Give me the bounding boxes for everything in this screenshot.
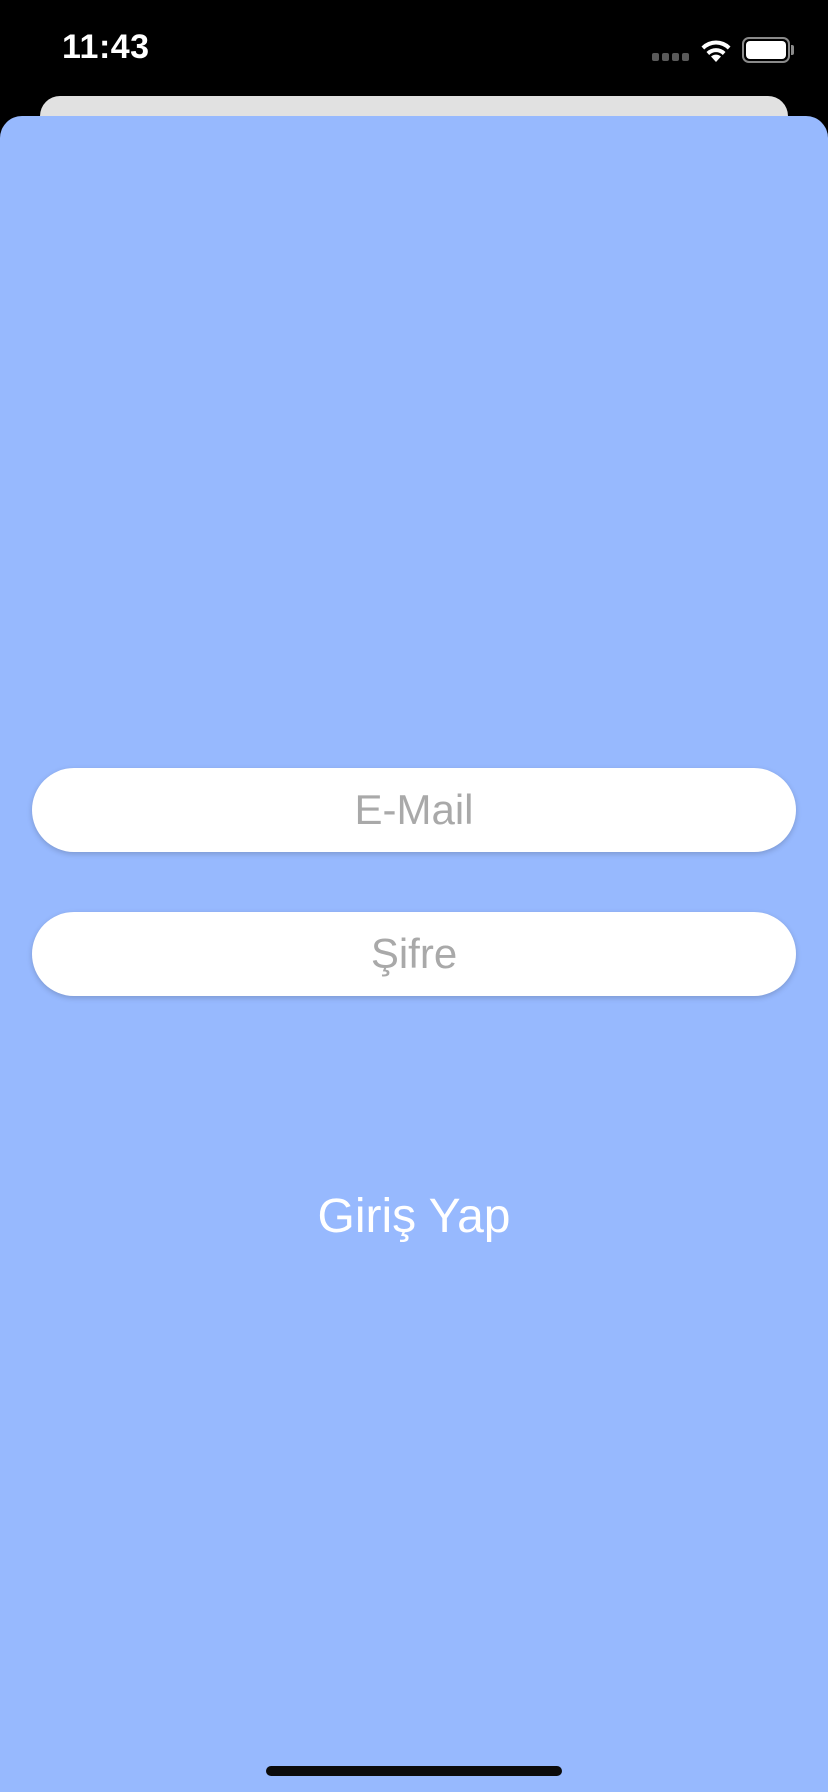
password-field[interactable]: Şifre <box>32 912 796 996</box>
login-screen: 11:43 E-Mail Şifre Giriş Yap <box>0 0 828 1792</box>
cellular-signal-icon <box>652 53 690 61</box>
login-sheet: E-Mail Şifre Giriş Yap <box>0 116 828 1792</box>
status-bar: 11:43 <box>0 0 828 96</box>
status-time: 11:43 <box>62 28 150 66</box>
battery-icon <box>742 37 794 63</box>
password-placeholder: Şifre <box>370 930 458 977</box>
home-indicator[interactable] <box>266 1766 562 1776</box>
email-placeholder: E-Mail <box>354 786 474 833</box>
email-field[interactable]: E-Mail <box>32 768 796 852</box>
login-button[interactable]: Giriş Yap <box>214 1176 614 1256</box>
wifi-icon <box>701 40 731 62</box>
